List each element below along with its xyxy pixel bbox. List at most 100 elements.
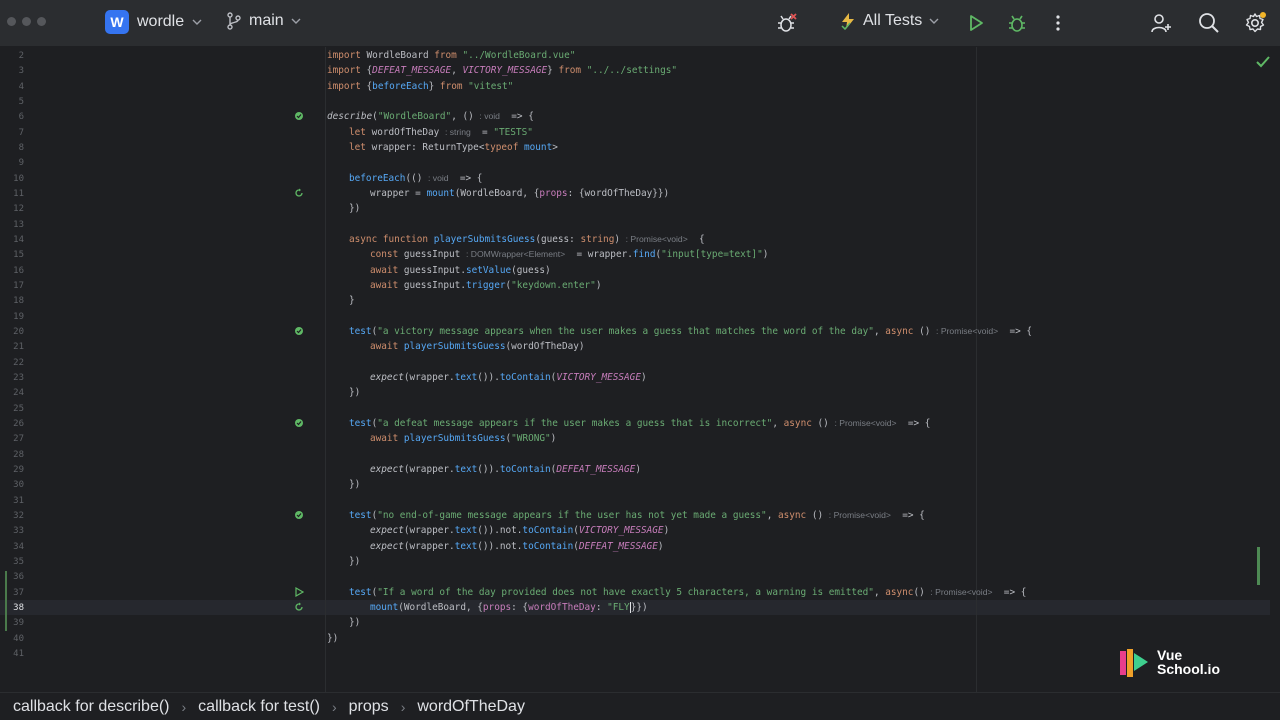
code-line: }) [349, 556, 361, 567]
inlay-hint: : void [479, 111, 500, 121]
git-branch-icon [227, 12, 241, 30]
inlay-hint: : Promise<void> [625, 234, 688, 244]
code-line: let wrapper: ReturnType<typeof mount> [349, 142, 558, 153]
inlay-hint: : Promise<void> [930, 587, 993, 597]
run-configuration-name: All Tests [863, 12, 923, 29]
code-line: await guessInput.trigger("keydown.enter"… [370, 280, 602, 291]
branch-name: main [249, 12, 284, 29]
inlay-hint: : Promise<void> [834, 418, 897, 428]
debug-button[interactable] [1006, 12, 1028, 34]
line-number: 40 [13, 634, 24, 644]
line-number: 27 [13, 434, 24, 444]
code-line: test("a victory message appears when the… [349, 326, 1033, 337]
line-number: 25 [13, 404, 24, 414]
line-number: 39 [13, 618, 24, 628]
inspection-ok-check-icon[interactable] [1256, 56, 1270, 68]
breadcrumb-item[interactable]: props [349, 698, 389, 716]
lightning-icon [841, 13, 854, 30]
code-line: }) [327, 633, 339, 644]
line-number: 9 [18, 158, 24, 168]
chevron-right-icon: › [400, 698, 406, 715]
code-line: import WordleBoard from "../WordleBoard.… [327, 50, 576, 61]
vueschool-logo-icon [1120, 649, 1148, 677]
run-test-refresh-icon[interactable] [294, 602, 304, 612]
code-line: beforeEach(() : void => { [349, 173, 483, 184]
code-line: await playerSubmitsGuess(wordOfTheDay) [370, 341, 585, 352]
more-actions-button[interactable] [1047, 12, 1069, 34]
chevron-down-icon [291, 18, 301, 24]
project-switcher[interactable]: W wordle [105, 10, 202, 34]
search-button[interactable] [1198, 12, 1220, 34]
code-line: expect(wrapper.text()).not.toContain(VIC… [370, 525, 670, 536]
run-button[interactable] [965, 12, 987, 34]
vueschool-logo: Vue School.io [1117, 645, 1220, 679]
line-number: 24 [13, 388, 24, 398]
main-toolbar: W wordle main All Tests [0, 0, 1280, 47]
chevron-right-icon: › [331, 698, 337, 715]
line-number: 11 [13, 189, 24, 199]
line-number: 29 [13, 465, 24, 475]
code-line-current: mount(WordleBoard, {props: {wordOfTheDay… [370, 602, 648, 613]
code-line: wrapper = mount(WordleBoard, {props: {wo… [370, 188, 670, 199]
test-passed-icon[interactable] [294, 418, 304, 428]
debug-bug-disabled-icon[interactable] [775, 12, 797, 34]
test-passed-icon[interactable] [294, 111, 304, 121]
line-number: 30 [13, 480, 24, 490]
add-user-icon [1151, 14, 1171, 33]
code-line: test("no end-of-game message appears if … [349, 510, 925, 521]
code-line: }) [349, 387, 361, 398]
code-line: expect(wrapper.text()).toContain(DEFEAT_… [370, 464, 641, 475]
test-passed-icon[interactable] [294, 510, 304, 520]
code-line: import {beforeEach} from "vitest" [327, 81, 514, 92]
line-number: 18 [13, 296, 24, 306]
code-line: async function playerSubmitsGuess(guess:… [349, 234, 705, 245]
line-number: 3 [18, 66, 24, 76]
run-test-refresh-icon[interactable] [294, 188, 304, 198]
inlay-hint: : Promise<void> [828, 510, 891, 520]
code-line: describe("WordleBoard", () : void => { [327, 111, 534, 122]
line-number: 6 [18, 112, 24, 122]
code-editor[interactable]: 2 3 4 5 6 7 8 9 10 11 12 13 14 15 16 17 … [0, 47, 1280, 692]
breadcrumb: callback for describe() › callback for t… [0, 692, 1280, 720]
code-line: }) [349, 617, 361, 628]
chevron-down-icon [192, 19, 202, 25]
add-user-button[interactable] [1150, 12, 1172, 34]
code-line: await playerSubmitsGuess("WRONG") [370, 433, 557, 444]
line-number: 10 [13, 174, 24, 184]
line-number: 12 [13, 204, 24, 214]
line-number: 26 [13, 419, 24, 429]
line-number: 21 [13, 342, 24, 352]
line-number-current: 38 [13, 603, 24, 613]
line-number: 4 [18, 82, 24, 92]
line-number: 15 [13, 250, 24, 260]
logo-text-line1: Vue [1157, 647, 1183, 663]
play-icon [970, 15, 983, 31]
inlay-hint: : void [428, 173, 449, 183]
line-number: 22 [13, 358, 24, 368]
gutter-divider [325, 47, 326, 692]
breadcrumb-item[interactable]: wordOfTheDay [417, 698, 525, 716]
scrollbar-marker[interactable] [1257, 547, 1260, 585]
code-line: }) [349, 479, 361, 490]
search-icon [1199, 13, 1219, 33]
breadcrumb-item[interactable]: callback for describe() [13, 698, 170, 716]
line-number: 5 [18, 97, 24, 107]
bug-icon [1009, 15, 1025, 32]
code-line: let wordOfTheDay : string = "TESTS" [349, 127, 533, 138]
chevron-down-icon [929, 18, 939, 24]
line-number: 2 [18, 51, 24, 61]
chevron-right-icon: › [181, 698, 187, 715]
line-number: 33 [13, 526, 24, 536]
run-test-play-icon[interactable] [294, 587, 304, 597]
settings-button[interactable] [1244, 12, 1266, 34]
test-passed-icon[interactable] [294, 326, 304, 336]
project-name: wordle [137, 13, 185, 30]
window-controls[interactable] [7, 17, 46, 26]
run-configuration-selector[interactable]: All Tests [840, 12, 939, 30]
line-number: 7 [18, 128, 24, 138]
code-line: } [349, 295, 355, 306]
breadcrumb-item[interactable]: callback for test() [198, 698, 320, 716]
line-number: 28 [13, 450, 24, 460]
project-badge: W [105, 10, 129, 34]
branch-switcher[interactable]: main [226, 12, 301, 30]
